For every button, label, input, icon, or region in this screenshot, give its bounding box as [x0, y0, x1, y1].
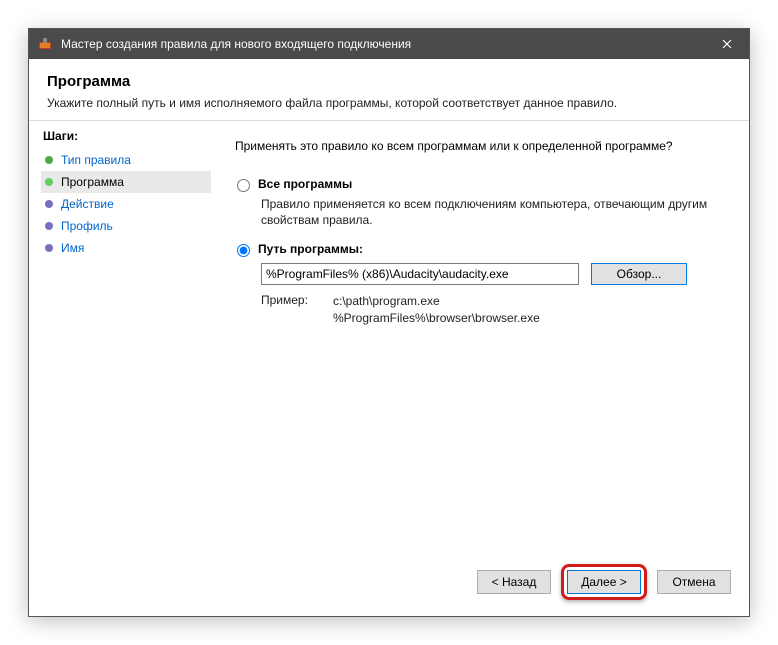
next-button[interactable]: Далее >	[567, 570, 641, 594]
radio-all-programs-desc: Правило применяется ко всем подключениям…	[261, 196, 725, 228]
radio-all-programs[interactable]	[237, 179, 250, 192]
cancel-button[interactable]: Отмена	[657, 570, 731, 594]
step-bullet-icon	[45, 156, 53, 164]
window-title: Мастер создания правила для нового входя…	[61, 37, 704, 51]
page-header: Программа Укажите полный путь и имя испо…	[29, 59, 749, 120]
step-bullet-icon	[45, 178, 53, 186]
step-item[interactable]: Действие	[41, 193, 211, 215]
next-button-highlight: Далее >	[561, 564, 647, 600]
example-label: Пример:	[261, 293, 333, 325]
radio-all-programs-label[interactable]: Все программы	[258, 177, 352, 191]
wizard-window: Мастер создания правила для нового входя…	[28, 28, 750, 617]
content-pane: Применять это правило ко всем программам…	[211, 121, 749, 555]
step-bullet-icon	[45, 244, 53, 252]
close-button[interactable]	[704, 29, 749, 59]
radio-program-path[interactable]	[237, 244, 250, 257]
program-path-input[interactable]	[261, 263, 579, 285]
step-label: Программа	[61, 175, 124, 189]
step-bullet-icon	[45, 200, 53, 208]
footer: < Назад Далее > Отмена	[29, 555, 749, 609]
step-item[interactable]: Профиль	[41, 215, 211, 237]
step-item[interactable]: Тип правила	[41, 149, 211, 171]
back-button[interactable]: < Назад	[477, 570, 551, 594]
app-icon	[37, 36, 53, 52]
page-subtitle: Укажите полный путь и имя исполняемого ф…	[47, 96, 731, 110]
step-label: Действие	[61, 197, 114, 211]
steps-label: Шаги:	[41, 129, 211, 143]
step-label: Тип правила	[61, 153, 131, 167]
browse-button[interactable]: Обзор...	[591, 263, 687, 285]
step-bullet-icon	[45, 222, 53, 230]
steps-sidebar: Шаги: Тип правила Программа Действие Профил…	[29, 121, 211, 555]
step-item[interactable]: Имя	[41, 237, 211, 259]
step-label: Профиль	[61, 219, 113, 233]
page-title: Программа	[47, 73, 731, 90]
titlebar[interactable]: Мастер создания правила для нового входя…	[29, 29, 749, 59]
step-item[interactable]: Программа	[41, 171, 211, 193]
step-label: Имя	[61, 241, 84, 255]
example-paths: c:\path\program.exe %ProgramFiles%\brows…	[333, 293, 540, 325]
question-text: Применять это правило ко всем программам…	[235, 139, 725, 153]
radio-program-path-label[interactable]: Путь программы:	[258, 242, 363, 256]
